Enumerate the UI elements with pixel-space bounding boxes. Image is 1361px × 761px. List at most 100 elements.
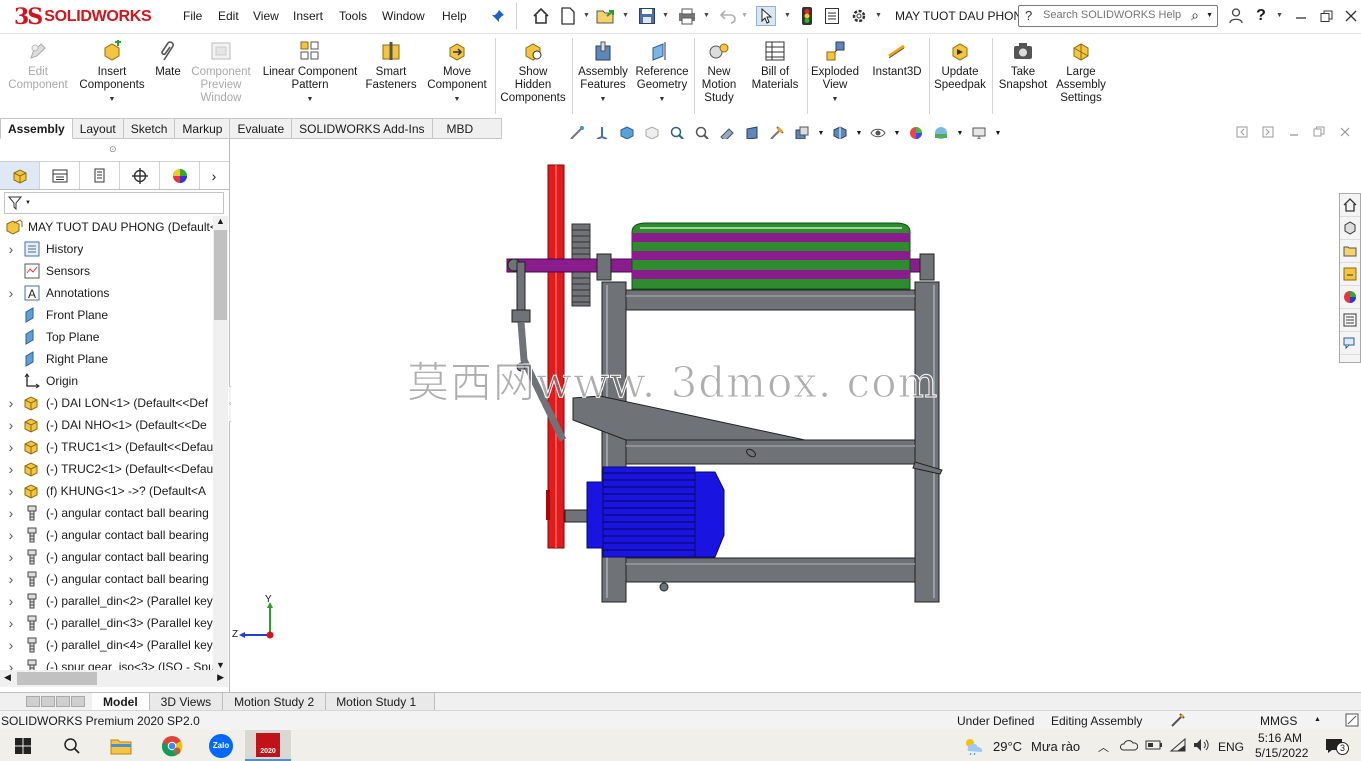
tab-motion-study-1[interactable]: Motion Study 1 bbox=[326, 693, 436, 710]
tab-sketch[interactable]: Sketch bbox=[123, 118, 176, 139]
save-icon[interactable] bbox=[637, 6, 657, 26]
menu-window[interactable]: Window bbox=[382, 9, 425, 23]
tree-item[interactable]: › (-) angular contact ball bearing bbox=[0, 524, 214, 546]
tab-3d-views[interactable]: 3D Views bbox=[149, 693, 224, 710]
tab-next-icon[interactable] bbox=[56, 696, 70, 707]
edit-component-button[interactable]: Edit Component bbox=[6, 40, 70, 92]
displaymanager-tab[interactable] bbox=[160, 162, 200, 189]
component-preview-window-button[interactable]: Component Preview Window bbox=[187, 40, 255, 105]
user-icon[interactable] bbox=[1226, 6, 1246, 26]
tree-filter[interactable]: ▼ bbox=[4, 192, 224, 214]
scroll-left-icon[interactable]: ◀ bbox=[4, 672, 11, 683]
tree-item[interactable]: › (-) angular contact ball bearing bbox=[0, 568, 214, 590]
file-explorer-pane-icon[interactable] bbox=[1340, 240, 1360, 263]
search-box[interactable]: ? ⌕ ▼ bbox=[1018, 5, 1218, 27]
tab-assembly[interactable]: Assembly bbox=[0, 118, 73, 139]
tree-item[interactable]: Origin bbox=[0, 370, 214, 392]
print-icon[interactable] bbox=[677, 6, 697, 26]
search-icon[interactable]: ⌕ bbox=[1191, 7, 1199, 24]
chevron-right-icon[interactable]: › bbox=[0, 439, 22, 455]
file-explorer-icon[interactable] bbox=[98, 730, 144, 761]
minimize-icon[interactable] bbox=[1291, 6, 1311, 26]
chevron-down-icon[interactable]: ▼ bbox=[741, 12, 748, 19]
chevron-up-icon[interactable]: ︿ bbox=[1098, 739, 1109, 755]
help-icon[interactable]: ? bbox=[1251, 6, 1271, 26]
chevron-down-icon[interactable]: ▼ bbox=[583, 12, 590, 19]
clock-date[interactable]: 5/15/2022 bbox=[1255, 746, 1308, 760]
viewport-close-icon[interactable] bbox=[1339, 126, 1351, 141]
instant3d-button[interactable]: Instant3D bbox=[867, 40, 927, 79]
smart-fasteners-button[interactable]: Smart Fasteners bbox=[365, 40, 417, 92]
chevron-right-icon[interactable]: › bbox=[0, 505, 22, 521]
chevron-down-icon[interactable]: ▼ bbox=[600, 93, 607, 106]
undo-icon[interactable] bbox=[718, 6, 738, 26]
tree-item[interactable]: › (-) DAI NHO<1> (Default<<De bbox=[0, 414, 214, 436]
file-properties-icon[interactable] bbox=[822, 6, 842, 26]
chevron-right-icon[interactable]: › bbox=[0, 593, 22, 609]
panel-splitter-handle[interactable]: ⊙ bbox=[0, 139, 229, 162]
chevron-down-icon[interactable]: ▼ bbox=[109, 93, 116, 106]
chevron-right-icon[interactable]: › bbox=[0, 637, 22, 653]
chevron-down-icon[interactable]: ▼ bbox=[622, 12, 629, 19]
open-icon[interactable] bbox=[596, 6, 616, 26]
chevron-down-icon[interactable]: ▼ bbox=[307, 93, 314, 106]
chevron-right-icon[interactable]: › bbox=[0, 417, 22, 433]
tab-model[interactable]: Model bbox=[92, 693, 150, 710]
chevron-right-icon[interactable]: › bbox=[0, 615, 22, 631]
solidworks-logo[interactable]: 3S SOLIDWORKS bbox=[14, 4, 152, 30]
forum-icon[interactable] bbox=[1340, 332, 1360, 355]
tree-item[interactable]: › (-) angular contact ball bearing bbox=[0, 502, 214, 524]
tab-last-icon[interactable] bbox=[71, 696, 85, 707]
design-library-icon[interactable] bbox=[1340, 217, 1360, 240]
chevron-down-icon[interactable]: ▼ bbox=[784, 12, 791, 19]
rebuild-status-icon[interactable] bbox=[1170, 712, 1186, 731]
tree-item[interactable]: › (-) spur gear_iso<3> (ISO - Spu bbox=[0, 656, 214, 670]
tab-solidworks-add-ins[interactable]: SOLIDWORKS Add-Ins bbox=[292, 118, 433, 139]
configurationmanager-tab[interactable] bbox=[80, 162, 120, 189]
menu-file[interactable]: File bbox=[183, 9, 202, 23]
battery-icon[interactable] bbox=[1145, 739, 1163, 754]
menu-edit[interactable]: Edit bbox=[218, 9, 239, 23]
restore-icon[interactable] bbox=[1316, 6, 1336, 26]
chevron-right-icon[interactable]: › bbox=[0, 483, 22, 499]
scroll-right-icon[interactable]: ▶ bbox=[217, 672, 224, 683]
chevron-down-icon[interactable]: ▼ bbox=[1276, 12, 1283, 19]
tab-markup[interactable]: Markup bbox=[175, 118, 231, 139]
bill-of-materials-button[interactable]: Bill of Materials bbox=[746, 40, 804, 92]
search-input[interactable] bbox=[1043, 9, 1188, 21]
chevron-down-icon[interactable]: ▼ bbox=[662, 12, 669, 19]
chevron-right-icon[interactable]: › bbox=[0, 571, 22, 587]
tab-evaluate[interactable]: Evaluate bbox=[230, 118, 293, 139]
update-speedpak-button[interactable]: Update Speedpak bbox=[931, 40, 989, 92]
show-hidden-components-button[interactable]: Show Hidden Components bbox=[497, 40, 569, 105]
chevron-down-icon[interactable]: ▼ bbox=[454, 93, 461, 106]
chevron-right-icon[interactable]: › bbox=[0, 285, 22, 301]
weather-icon[interactable] bbox=[962, 736, 986, 759]
tree-item[interactable]: › (-) parallel_din<3> (Parallel key bbox=[0, 612, 214, 634]
units-selector[interactable]: MMGS bbox=[1260, 714, 1297, 728]
chevron-down-icon[interactable]: ▼ bbox=[703, 12, 710, 19]
tree-item[interactable]: Right Plane bbox=[0, 348, 214, 370]
options-gear-icon[interactable] bbox=[849, 6, 869, 26]
solidworks-icon[interactable]: 2020 bbox=[245, 730, 291, 761]
propertymanager-tab[interactable] bbox=[40, 162, 80, 189]
chevron-down-icon[interactable]: ▼ bbox=[832, 93, 839, 106]
graphics-area[interactable]: 莫西网www. 3dmox. com Y Z bbox=[231, 139, 1339, 692]
chevron-up-icon[interactable]: ▲ bbox=[1314, 716, 1321, 723]
tab-prev-icon[interactable] bbox=[41, 696, 55, 707]
scroll-up-icon[interactable]: ▲ bbox=[216, 216, 225, 226]
start-icon[interactable] bbox=[0, 730, 46, 761]
featuremanager-tab[interactable] bbox=[0, 162, 40, 189]
wifi-icon[interactable] bbox=[1169, 737, 1187, 756]
tab-motion-study-2[interactable]: Motion Study 2 bbox=[223, 693, 327, 710]
rebuild-traffic-light-icon[interactable] bbox=[797, 6, 817, 26]
dimxpertmanager-tab[interactable] bbox=[120, 162, 160, 189]
close-icon[interactable] bbox=[1341, 6, 1361, 26]
large-assembly-settings-button[interactable]: Large Assembly Settings bbox=[1052, 40, 1110, 105]
tree-item[interactable]: › (-) parallel_din<4> (Parallel key bbox=[0, 634, 214, 656]
pin-icon[interactable] bbox=[488, 6, 508, 26]
zalo-icon[interactable]: Zalo bbox=[198, 730, 244, 761]
assembly-features-button[interactable]: Assembly Features ▼ bbox=[574, 40, 632, 106]
chevron-down-icon[interactable]: ▼ bbox=[659, 93, 666, 106]
tab-first-icon[interactable] bbox=[26, 696, 40, 707]
